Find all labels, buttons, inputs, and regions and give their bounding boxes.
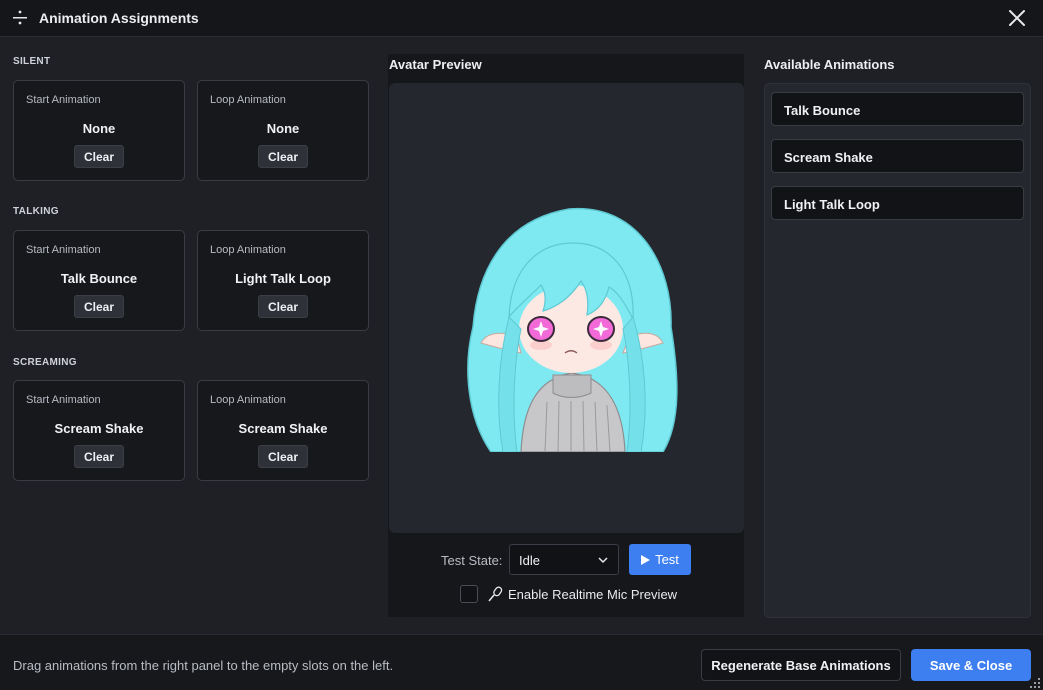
microphone-icon [488,586,503,602]
slot-talking-start[interactable]: Start Animation Talk Bounce Clear [13,230,185,331]
slot-type-label: Loop Animation [210,244,286,256]
slot-value: Scream Shake [238,421,328,436]
avatar-image [467,207,678,452]
clear-button[interactable]: Clear [257,145,309,168]
animation-item-scream-shake[interactable]: Scream Shake [771,139,1024,173]
section-label-talking: TALKING [13,206,59,217]
test-state-label: Test State: [441,553,503,568]
clear-button[interactable]: Clear [257,295,309,318]
slot-talking-loop[interactable]: Loop Animation Light Talk Loop Clear [197,230,369,331]
clear-button[interactable]: Clear [257,445,309,468]
animation-item-light-talk-loop[interactable]: Light Talk Loop [771,186,1024,220]
chevron-down-icon [598,557,608,564]
animation-assignments-window: Animation Assignments SILENT Start Anima… [0,0,1043,690]
section-label-silent: SILENT [13,56,51,67]
slot-screaming-start[interactable]: Start Animation Scream Shake Clear [13,380,185,481]
animation-item-talk-bounce[interactable]: Talk Bounce [771,92,1024,126]
animation-item-label: Scream Shake [784,150,873,165]
slot-type-label: Start Animation [26,94,101,106]
test-button[interactable]: Test [629,544,691,575]
section-label-screaming: SCREAMING [13,357,77,368]
clear-button[interactable]: Clear [73,445,125,468]
animation-item-label: Light Talk Loop [784,197,880,212]
slot-type-label: Loop Animation [210,94,286,106]
slot-type-label: Loop Animation [210,394,286,406]
slot-value: Scream Shake [54,421,144,436]
play-icon [641,554,651,565]
test-button-label: Test [655,552,679,567]
slot-value: None [82,121,116,136]
title-bar: Animation Assignments [0,0,1043,37]
slot-value: Light Talk Loop [235,271,331,286]
drag-handle-icon [13,10,27,25]
slot-value: None [266,121,300,136]
clear-button[interactable]: Clear [73,145,125,168]
save-close-button[interactable]: Save & Close [911,649,1031,681]
slot-screaming-loop[interactable]: Loop Animation Scream Shake Clear [197,380,369,481]
slot-value: Talk Bounce [60,271,138,286]
close-icon[interactable] [1005,6,1029,30]
window-title: Animation Assignments [39,10,199,26]
slot-type-label: Start Animation [26,394,101,406]
available-animations-title: Available Animations [764,57,895,72]
animation-item-label: Talk Bounce [784,103,861,118]
regenerate-base-animations-button[interactable]: Regenerate Base Animations [701,649,901,681]
test-state-value: Idle [519,553,540,568]
preview-title: Avatar Preview [389,57,482,72]
resize-grip-icon[interactable] [1029,677,1041,689]
clear-button[interactable]: Clear [73,295,125,318]
drag-hint-text: Drag animations from the right panel to … [13,658,394,673]
slot-type-label: Start Animation [26,244,101,256]
slot-silent-loop[interactable]: Loop Animation None Clear [197,80,369,181]
avatar-preview-canvas [389,83,744,533]
test-state-select[interactable]: Idle [509,544,619,575]
slot-silent-start[interactable]: Start Animation None Clear [13,80,185,181]
mic-preview-checkbox[interactable] [460,585,478,603]
mic-preview-label: Enable Realtime Mic Preview [508,587,678,602]
